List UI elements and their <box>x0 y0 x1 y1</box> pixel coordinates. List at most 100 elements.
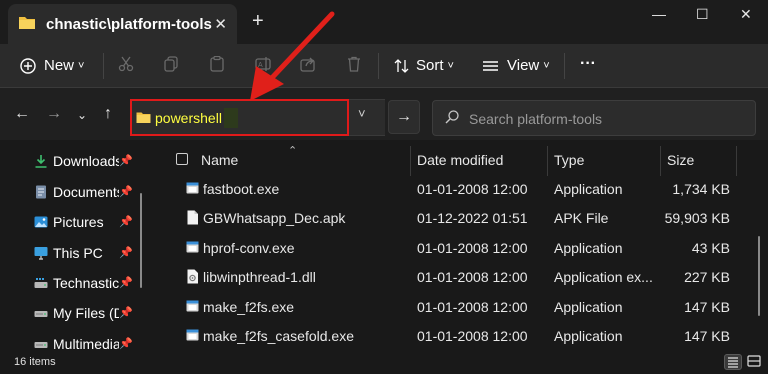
file-name: make_f2fs_casefold.exe <box>203 328 354 344</box>
column-divider[interactable] <box>660 146 661 176</box>
view-label: View <box>507 57 540 74</box>
file-name: fastboot.exe <box>203 181 280 197</box>
file-date: 01-01-2008 12:00 <box>417 240 528 256</box>
column-divider[interactable] <box>547 146 548 176</box>
large-icons-view-icon[interactable] <box>746 354 764 370</box>
sort-icon <box>394 58 409 73</box>
navigation-pane: Downloads 📌 Documents 📌 Pictures 📌 This … <box>0 140 152 352</box>
file-size: 1,734 KB <box>672 181 730 197</box>
sidebar-scrollbar[interactable] <box>140 193 142 288</box>
close-tab-icon[interactable]: ✕ <box>214 15 227 33</box>
details-view-icon[interactable] <box>724 354 742 370</box>
table-row[interactable]: hprof-conv.exe 01-01-2008 12:00 Applicat… <box>152 233 752 262</box>
toolbar-divider <box>564 53 565 79</box>
file-type: Application <box>554 328 623 344</box>
sidebar-item-multimedia[interactable]: Multimedia 📌 <box>0 329 152 352</box>
exe-icon <box>186 241 199 253</box>
column-header-size[interactable]: Size <box>667 152 694 168</box>
chevron-down-icon: ˅ <box>543 59 550 72</box>
chevron-down-icon: ˅ <box>447 59 454 72</box>
maximize-button[interactable]: ☐ <box>696 6 709 23</box>
up-arrow-icon[interactable]: ↑ <box>104 105 112 123</box>
table-row[interactable]: libwinpthread-1.dll 01-01-2008 12:00 App… <box>152 262 752 291</box>
rename-icon[interactable]: A <box>255 56 273 75</box>
file-icon <box>187 210 198 225</box>
dll-icon <box>187 269 198 284</box>
go-arrow-icon[interactable]: → <box>388 100 420 134</box>
sidebar-item-downloads[interactable]: Downloads 📌 <box>0 146 152 176</box>
table-row[interactable]: fastboot.exe 01-01-2008 12:00 Applicatio… <box>152 174 752 203</box>
new-tab-button[interactable]: + <box>252 10 264 33</box>
share-icon[interactable] <box>300 56 316 75</box>
sidebar-item-label: Multimedia <box>53 336 119 352</box>
more-options-button[interactable]: ··· <box>580 55 596 73</box>
file-name: hprof-conv.exe <box>203 240 295 256</box>
sidebar-item-label: This PC <box>53 245 103 261</box>
column-divider[interactable] <box>410 146 411 176</box>
file-type: Application ex... <box>554 269 653 285</box>
paste-icon[interactable] <box>209 55 225 75</box>
delete-icon[interactable] <box>346 56 362 75</box>
file-name: GBWhatsapp_Dec.apk <box>203 210 346 226</box>
pin-icon: 📌 <box>119 216 133 228</box>
chevron-down-icon: ˅ <box>78 59 85 72</box>
tab-title: chnastic\platform-tools <box>46 15 212 33</box>
file-type: APK File <box>554 210 609 226</box>
drive-icon <box>34 278 48 288</box>
file-date: 01-01-2008 12:00 <box>417 181 528 197</box>
file-type: Application <box>554 240 623 256</box>
back-arrow-icon[interactable]: ← <box>14 105 30 123</box>
new-button[interactable]: New ˅ <box>20 57 84 74</box>
table-row[interactable]: make_f2fs_casefold.exe 01-01-2008 12:00 … <box>152 321 752 350</box>
sort-ascending-icon: ⌃ <box>288 145 298 157</box>
folder-icon <box>136 111 151 127</box>
pin-icon: 📌 <box>119 155 133 167</box>
exe-icon <box>186 182 199 194</box>
file-list-scrollbar[interactable] <box>758 236 760 316</box>
tab-platform-tools[interactable]: chnastic\platform-tools ✕ <box>8 4 237 44</box>
sidebar-item-pictures[interactable]: Pictures 📌 <box>0 207 152 237</box>
exe-icon <box>186 300 199 312</box>
file-size: 147 KB <box>684 299 730 315</box>
column-header-type[interactable]: Type <box>554 152 584 168</box>
file-size: 43 KB <box>691 240 730 256</box>
column-divider[interactable] <box>736 146 737 176</box>
view-icon <box>483 60 498 71</box>
close-window-button[interactable]: ✕ <box>740 6 752 23</box>
file-name: make_f2fs.exe <box>203 299 295 315</box>
folder-icon <box>18 15 36 33</box>
text-cursor <box>224 108 238 128</box>
sidebar-item-technastic[interactable]: Technastic 📌 <box>0 268 152 298</box>
sort-button[interactable]: Sort ˅ <box>394 57 454 74</box>
table-row[interactable]: make_f2fs.exe 01-01-2008 12:00 Applicati… <box>152 292 752 321</box>
file-size: 147 KB <box>684 328 730 344</box>
toolbar-divider <box>103 53 104 79</box>
file-name: libwinpthread-1.dll <box>203 269 316 285</box>
forward-arrow-icon[interactable]: → <box>46 105 62 123</box>
pin-icon: 📌 <box>119 186 133 198</box>
search-placeholder: Search platform-tools <box>469 111 603 127</box>
recent-locations-chevron-icon[interactable]: ⌄ <box>77 108 87 122</box>
column-header-name[interactable]: Name <box>201 152 238 168</box>
sidebar-item-my-files[interactable]: My Files (D:) 📌 <box>0 298 152 328</box>
select-all-checkbox[interactable] <box>176 153 188 165</box>
address-dropdown[interactable]: ˅ <box>349 99 385 136</box>
sidebar-item-documents[interactable]: Documents 📌 <box>0 177 152 207</box>
column-header-date[interactable]: Date modified <box>417 152 503 168</box>
table-row[interactable]: GBWhatsapp_Dec.apk 01-12-2022 01:51 APK … <box>152 203 752 232</box>
search-icon <box>445 110 459 127</box>
cut-icon[interactable] <box>118 56 134 75</box>
minimize-button[interactable]: — <box>652 6 666 22</box>
pin-icon: 📌 <box>119 338 133 350</box>
file-date: 01-01-2008 12:00 <box>417 269 528 285</box>
sidebar-item-this-pc[interactable]: This PC 📌 <box>0 238 152 268</box>
download-icon <box>35 155 47 168</box>
drive-icon <box>34 311 48 317</box>
view-button[interactable]: View ˅ <box>482 57 550 74</box>
pin-icon: 📌 <box>119 307 133 319</box>
status-bar <box>0 352 768 374</box>
plus-circle-icon <box>20 57 36 74</box>
command-bar <box>0 44 768 88</box>
copy-icon[interactable] <box>163 56 179 75</box>
file-date: 01-01-2008 12:00 <box>417 299 528 315</box>
